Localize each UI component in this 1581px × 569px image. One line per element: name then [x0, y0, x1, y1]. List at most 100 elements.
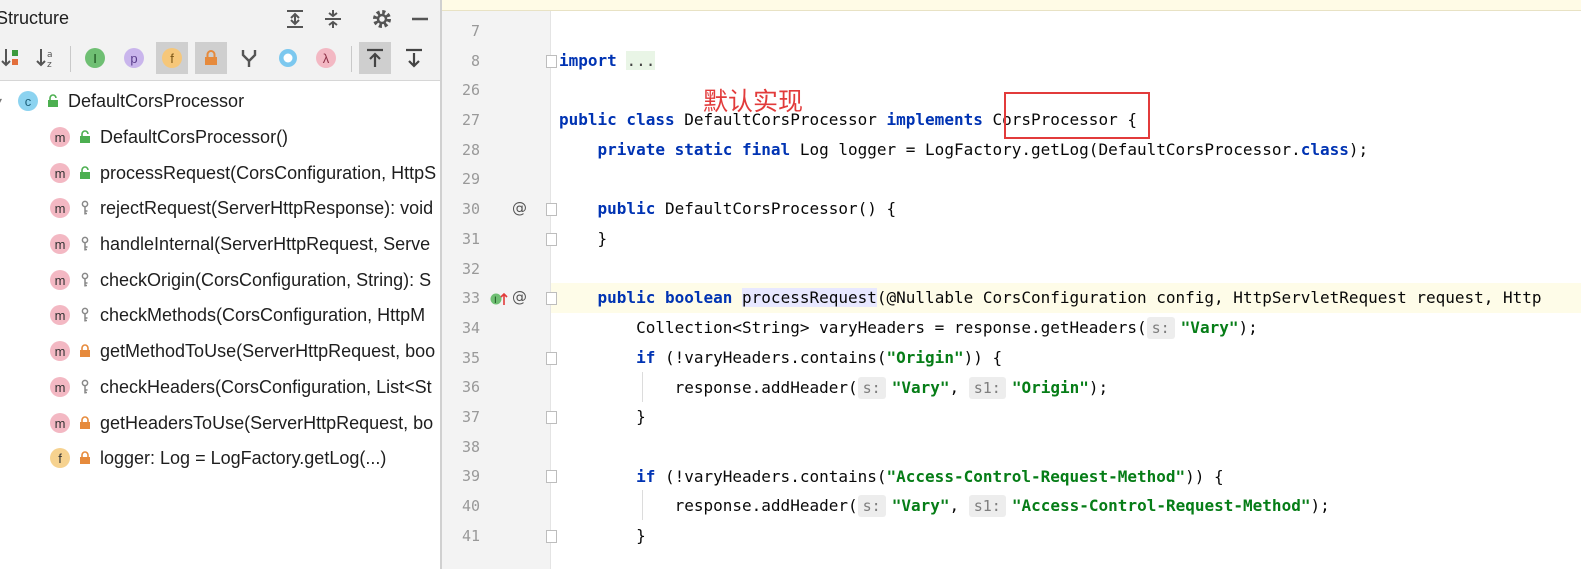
parameter-hint: s: — [857, 495, 886, 517]
sort-alphabetically-button[interactable]: az — [30, 42, 62, 74]
folded-imports[interactable]: ... — [626, 51, 656, 70]
code-text: , — [949, 496, 969, 515]
line-number: 34 — [461, 319, 480, 337]
fold-marker[interactable] — [546, 530, 557, 543]
code-line-40[interactable]: response.addHeader(s: "Vary", s1: "Access-… — [559, 495, 1330, 517]
keyword: private static final — [559, 140, 791, 159]
keyword: import — [559, 51, 617, 70]
code-line-39[interactable]: if (!varyHeaders.contains("Access-Contro… — [559, 466, 1224, 488]
structure-toolbar: az I p f λ — [0, 38, 440, 81]
fold-marker[interactable] — [546, 352, 557, 365]
keyword: class — [1300, 140, 1349, 159]
line-number: 27 — [461, 111, 480, 129]
merge-icon — [241, 50, 257, 67]
code-line-30[interactable]: public DefaultCorsProcessor() { — [559, 198, 897, 220]
code-line-34[interactable]: Collection<String> varyHeaders = respons… — [559, 317, 1258, 339]
private-lock-icon — [78, 343, 92, 359]
string-literal: "Vary" — [891, 378, 950, 397]
code-line-8[interactable]: import ... — [559, 50, 656, 72]
editor-notification-strip — [442, 0, 1581, 11]
fold-marker[interactable] — [546, 411, 557, 424]
private-lock-icon — [78, 415, 92, 431]
method-icon: m — [50, 127, 70, 147]
tree-item-method[interactable]: m checkOrigin(CorsConfiguration, String)… — [50, 265, 431, 295]
code-line-28[interactable]: private static final Log logger = LogFac… — [559, 139, 1369, 161]
method-icon: m — [50, 198, 70, 218]
fold-marker[interactable] — [546, 55, 557, 68]
protected-visibility-icon — [78, 307, 92, 323]
implements-method-icon[interactable]: I — [490, 291, 508, 311]
show-lambdas-graph-button[interactable] — [233, 42, 265, 74]
collapse-all-icon[interactable] — [321, 7, 345, 31]
annotation-at-icon[interactable]: @ — [512, 288, 527, 306]
tree-item-method[interactable]: m checkHeaders(CorsConfiguration, List<S… — [50, 372, 432, 402]
public-visibility-icon — [46, 93, 60, 109]
code-line-36[interactable]: response.addHeader(s: "Vary", s1: "Origin"… — [559, 377, 1108, 399]
tree-item-label: rejectRequest(ServerHttpResponse): void — [100, 197, 434, 218]
show-properties-button[interactable]: p — [118, 42, 150, 74]
code-line-37[interactable]: } — [559, 406, 646, 428]
tree-item-method[interactable]: m checkMethods(CorsConfiguration, HttpM — [50, 300, 425, 330]
fold-marker[interactable] — [546, 470, 557, 483]
sort-by-visibility-button[interactable] — [0, 42, 26, 74]
class-icon: c — [18, 91, 38, 111]
tree-item-method[interactable]: m getMethodToUse(ServerHttpRequest, boo — [50, 336, 435, 366]
tree-item-label: getMethodToUse(ServerHttpRequest, boo — [100, 340, 436, 361]
tree-item-method[interactable]: m getHeadersToUse(ServerHttpRequest, bo — [50, 408, 433, 438]
string-literal: "Vary" — [1180, 318, 1239, 337]
line-number: 31 — [461, 230, 480, 248]
code-line-35[interactable]: if (!varyHeaders.contains("Origin")) { — [559, 347, 1002, 369]
method-icon: m — [50, 270, 70, 290]
line-number: 41 — [461, 527, 480, 545]
chevron-down-icon[interactable]: ▾ — [0, 94, 6, 108]
tree-root-class[interactable]: ▾ c DefaultCorsProcessor — [0, 86, 244, 116]
expand-all-icon[interactable] — [283, 7, 307, 31]
protected-visibility-icon — [78, 236, 92, 252]
fold-marker[interactable] — [546, 203, 557, 216]
sort-alpha-icon: az — [36, 49, 53, 70]
line-number: 28 — [461, 141, 480, 159]
show-lambdas-button[interactable]: λ — [310, 42, 342, 74]
minimize-icon[interactable] — [408, 7, 432, 31]
parameter-hint: s1: — [968, 495, 1006, 517]
autoscroll-from-source-button[interactable] — [398, 42, 430, 74]
fold-marker[interactable] — [546, 292, 557, 305]
code-text: ); — [1348, 140, 1369, 159]
field-icon: f — [162, 48, 182, 68]
code-line-33[interactable]: public boolean processRequest(@Nullable … — [559, 287, 1542, 309]
code-line-31[interactable]: } — [559, 228, 608, 250]
tree-item-label: checkOrigin(CorsConfiguration, String): … — [100, 269, 432, 290]
line-number: 36 — [461, 378, 480, 396]
show-anonymous-button[interactable] — [272, 42, 304, 74]
tree-item-label: checkHeaders(CorsConfiguration, List<St — [100, 376, 432, 397]
code-text: Log logger = LogFactory.getLog(DefaultCo… — [790, 140, 1301, 159]
tree-item-label: handleInternal(ServerHttpRequest, Serve — [100, 233, 431, 254]
annotation-at-icon[interactable]: @ — [512, 199, 527, 217]
code-line-41[interactable]: } — [559, 525, 646, 547]
code-editor[interactable]: 7 8 26 27 28 29 30 31 32 33 34 35 36 37 … — [442, 0, 1581, 569]
tree-item-method[interactable]: m DefaultCorsProcessor() — [50, 122, 288, 152]
protected-visibility-icon — [78, 200, 92, 216]
keyword: public class — [559, 110, 675, 129]
tree-item-field[interactable]: f logger: Log = LogFactory.getLog(...) — [50, 443, 386, 473]
show-fields-button[interactable]: f — [156, 42, 188, 74]
show-non-public-button[interactable] — [195, 42, 227, 74]
tree-item-method[interactable]: m processRequest(CorsConfiguration, Http… — [50, 158, 436, 188]
line-number: 8 — [470, 52, 480, 70]
gear-icon[interactable] — [370, 7, 394, 31]
lock-icon — [205, 50, 217, 65]
tree-item-label: logger: Log = LogFactory.getLog(...) — [100, 447, 387, 468]
svg-text:a: a — [47, 50, 53, 60]
svg-text:z: z — [47, 60, 52, 70]
autoscroll-to-source-button[interactable] — [359, 42, 391, 74]
static-field-icon: f — [50, 448, 70, 468]
structure-header: Structure — [0, 0, 440, 38]
show-inherited-button[interactable]: I — [79, 42, 111, 74]
tree-item-method[interactable]: m rejectRequest(ServerHttpResponse): voi… — [50, 193, 433, 223]
fold-marker[interactable] — [546, 233, 557, 246]
method-icon: m — [50, 305, 70, 325]
scroll-to-source-icon — [367, 48, 383, 67]
string-literal: "Access-Control-Request-Method" — [886, 467, 1186, 486]
tree-item-method[interactable]: m handleInternal(ServerHttpRequest, Serv… — [50, 229, 430, 259]
